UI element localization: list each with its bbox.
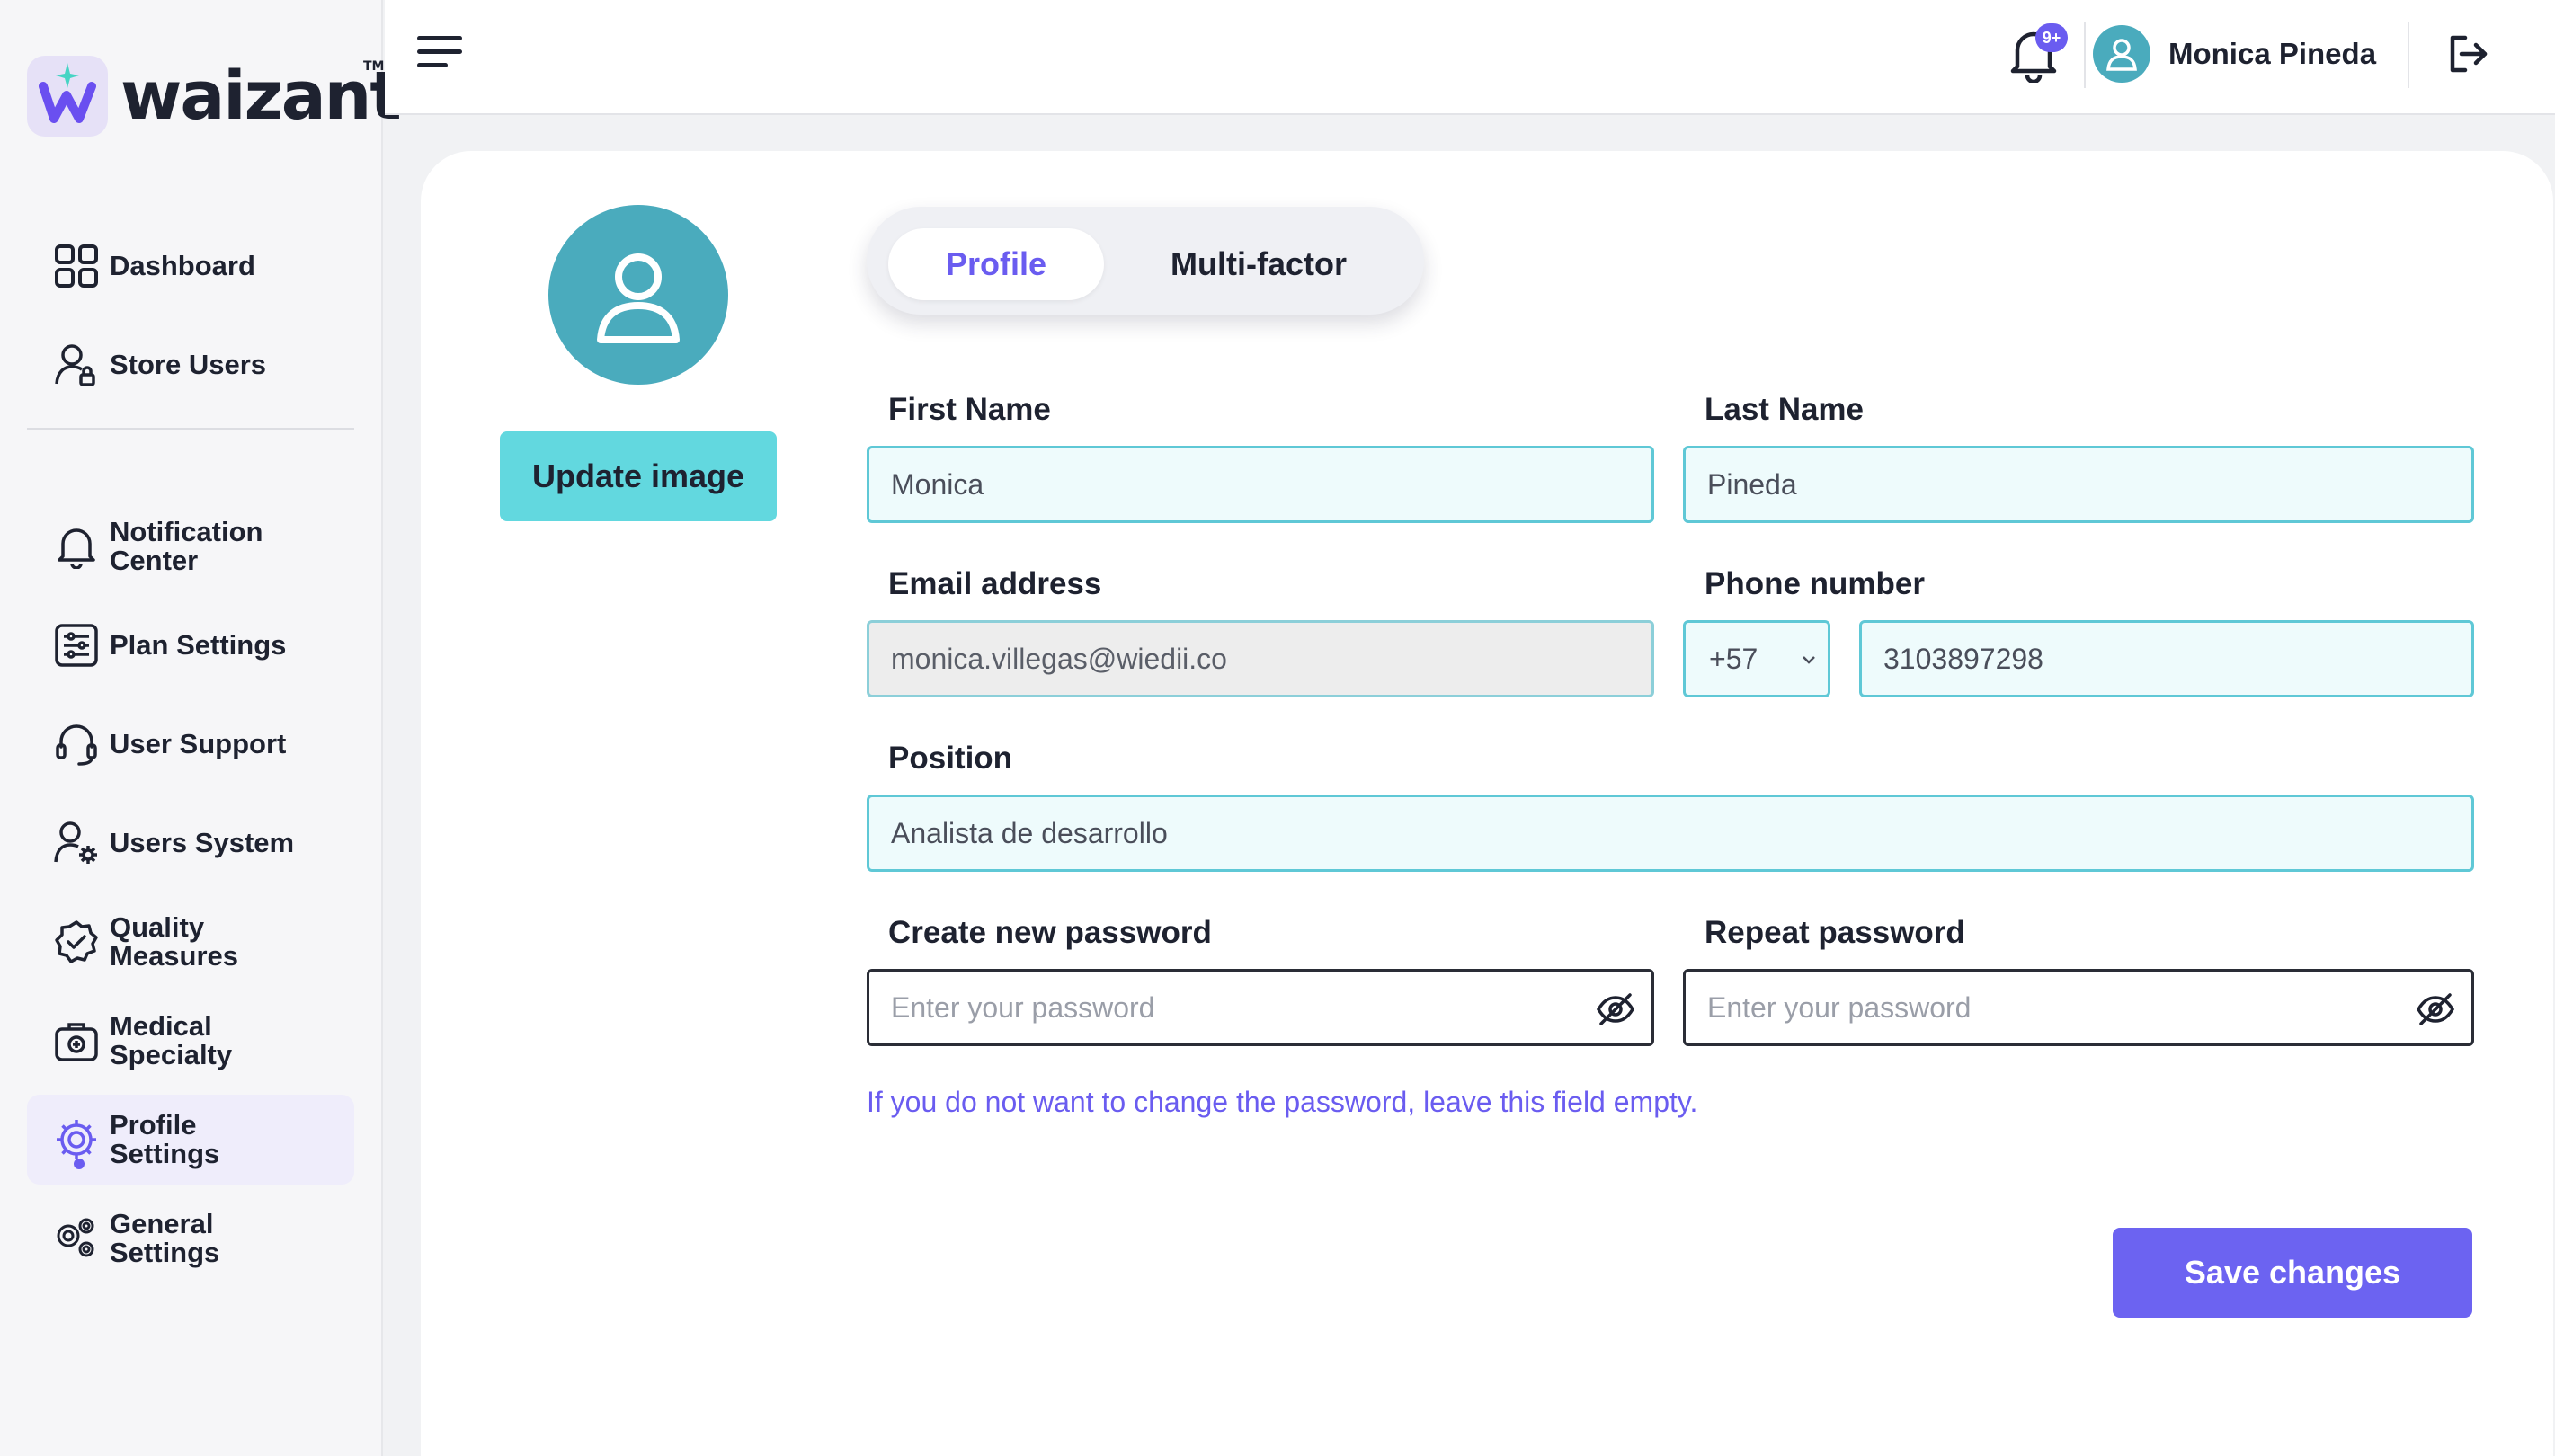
- tab-profile[interactable]: Profile: [888, 228, 1104, 300]
- header-separator: [2408, 22, 2409, 88]
- sliders-icon: [52, 621, 101, 670]
- last-name-label: Last Name: [1705, 392, 1865, 427]
- logout-icon: [2450, 35, 2488, 73]
- gear-icon: [52, 1115, 101, 1169]
- menu-toggle-button[interactable]: [417, 34, 464, 70]
- sidebar-item-label: Store Users: [110, 349, 267, 380]
- country-code-value: +57: [1709, 642, 1758, 675]
- sidebar-item-label: Notification Center: [110, 516, 263, 576]
- sidebar-item-label: General Settings: [110, 1208, 220, 1268]
- eye-off-icon[interactable]: [2416, 991, 2455, 1027]
- sidebar-item-label: User Support: [110, 728, 287, 759]
- sidebar-item-general-settings[interactable]: General Settings: [27, 1194, 354, 1283]
- first-name-input[interactable]: Monica: [867, 446, 1654, 523]
- profile-avatar: [548, 205, 728, 385]
- country-code-select[interactable]: +57: [1683, 620, 1830, 697]
- sidebar-item-dashboard[interactable]: Dashboard: [27, 221, 354, 311]
- user-icon: [597, 253, 680, 343]
- user-gear-icon: [52, 819, 101, 867]
- repeat-password-label: Repeat password: [1705, 915, 1965, 950]
- sidebar-item-profile-settings[interactable]: Profile Settings: [27, 1095, 354, 1185]
- user-avatar[interactable]: [2093, 25, 2150, 83]
- gears-icon: [52, 1214, 101, 1263]
- phone-input[interactable]: 3103897298: [1859, 620, 2474, 697]
- logout-button[interactable]: [2445, 32, 2488, 75]
- sidebar-item-users-system[interactable]: Users System: [27, 798, 354, 888]
- position-label: Position: [888, 741, 1013, 776]
- repeat-password-input[interactable]: Enter your password: [1683, 969, 2474, 1046]
- sidebar-item-label: Profile Settings: [110, 1109, 220, 1169]
- sidebar-item-label: Plan Settings: [110, 629, 287, 661]
- user-lock-icon: [52, 341, 101, 389]
- update-image-button[interactable]: Update image: [500, 431, 777, 521]
- logo-mark-icon: [27, 56, 108, 137]
- sidebar-item-user-support[interactable]: User Support: [27, 699, 354, 789]
- user-name[interactable]: Monica Pineda: [2168, 34, 2376, 74]
- sidebar-item-label: Dashboard: [110, 250, 255, 281]
- user-icon: [2106, 39, 2137, 71]
- eye-off-icon[interactable]: [1596, 991, 1635, 1027]
- badge-check-icon: [52, 918, 101, 966]
- sidebar-item-label: Medical Specialty: [110, 1010, 233, 1070]
- top-header: 9+ Monica Pineda: [385, 0, 2555, 115]
- sidebar-item-quality-measures[interactable]: Quality Measures: [27, 897, 354, 987]
- repeat-password-placeholder: Enter your password: [1707, 990, 1972, 1024]
- profile-settings-card: Update image Profile Multi-factor First …: [421, 151, 2553, 1456]
- active-indicator: [74, 1159, 85, 1169]
- chevron-down-icon: [1803, 656, 1815, 664]
- header-separator: [2084, 22, 2086, 88]
- medical-bag-icon: [52, 1017, 101, 1065]
- first-name-label: First Name: [888, 392, 1051, 427]
- hamburger-icon: [417, 36, 462, 67]
- headset-icon: [52, 720, 101, 768]
- sidebar-divider: [27, 428, 354, 430]
- new-password-label: Create new password: [888, 915, 1212, 950]
- notification-count-badge: 9+: [2035, 23, 2068, 52]
- position-input[interactable]: Analista de desarrollo: [867, 795, 2474, 872]
- sidebar-item-label: Quality Measures: [110, 911, 239, 972]
- last-name-input[interactable]: Pineda: [1683, 446, 2474, 523]
- brand-logo[interactable]: waizant TM: [27, 56, 402, 137]
- email-input: monica.villegas@wiedii.co: [867, 620, 1654, 697]
- logo-w-icon: [39, 63, 96, 123]
- password-hint: If you do not want to change the passwor…: [867, 1086, 1698, 1118]
- sidebar-item-plan-settings[interactable]: Plan Settings: [27, 600, 354, 690]
- sidebar-item-notification-center[interactable]: Notification Center: [27, 502, 354, 591]
- new-password-placeholder: Enter your password: [891, 990, 1155, 1024]
- grid-icon: [52, 242, 101, 290]
- sidebar-item-medical-specialty[interactable]: Medical Specialty: [27, 996, 354, 1086]
- new-password-input[interactable]: Enter your password: [867, 969, 1654, 1046]
- sidebar-item-label: Users System: [110, 827, 295, 858]
- save-changes-button[interactable]: Save changes: [2113, 1228, 2472, 1318]
- profile-tabs: Profile Multi-factor: [867, 207, 1424, 315]
- phone-label: Phone number: [1705, 566, 1926, 601]
- brand-name: waizant: [120, 58, 402, 135]
- email-label: Email address: [888, 566, 1102, 601]
- sidebar-item-store-users[interactable]: Store Users: [27, 320, 354, 410]
- brand-tm: TM: [363, 59, 385, 74]
- bell-icon: [52, 522, 101, 571]
- sidebar: waizant TM Dashboard Store Users Notific…: [0, 0, 402, 1456]
- tab-multi-factor[interactable]: Multi-factor: [1124, 228, 1393, 300]
